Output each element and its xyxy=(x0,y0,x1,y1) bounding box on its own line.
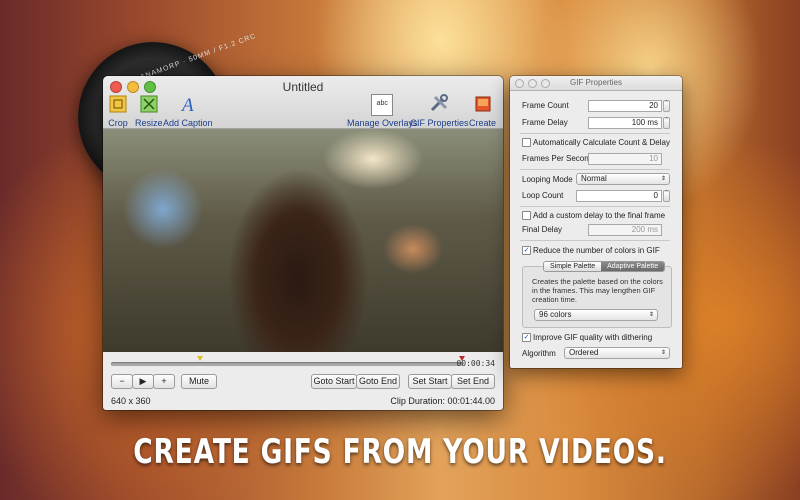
add-caption-label: Add Caption xyxy=(163,118,213,128)
video-dimensions: 640 x 360 xyxy=(111,396,151,406)
resize-icon xyxy=(140,95,158,113)
auto-calculate-checkbox[interactable] xyxy=(522,138,531,147)
overlays-icon: abc xyxy=(371,94,394,116)
colors-select[interactable]: 96 colors ⇕ xyxy=(534,309,658,321)
panel-window-controls xyxy=(515,79,550,88)
promo-tagline: CREATE GIFS FROM YOUR VIDEOS. xyxy=(133,432,667,472)
timecode: 00:00:34 xyxy=(456,359,495,368)
tab-adaptive-palette[interactable]: Adaptive Palette xyxy=(601,262,665,271)
looping-mode-value: Normal xyxy=(581,174,607,183)
svg-text:A: A xyxy=(180,95,194,114)
manage-overlays-button[interactable]: abc Manage Overlays xyxy=(347,94,418,128)
crop-label: Crop xyxy=(108,118,128,128)
manage-overlays-label: Manage Overlays xyxy=(347,118,418,128)
crop-button[interactable]: Crop xyxy=(108,94,128,128)
reduce-colors-label: Reduce the number of colors in GIF xyxy=(533,246,660,255)
custom-delay-label: Add a custom delay to the final frame xyxy=(533,211,666,220)
chevron-updown-icon: ⇕ xyxy=(648,312,654,318)
separator xyxy=(520,240,670,241)
video-preview[interactable] xyxy=(103,129,503,352)
algorithm-select[interactable]: Ordered ⇕ xyxy=(564,347,670,359)
set-start-button[interactable]: Set Start xyxy=(408,374,452,389)
gif-properties-label: GIF Properties xyxy=(410,118,469,128)
algorithm-label: Algorithm xyxy=(522,349,556,358)
goto-start-button[interactable]: Goto Start xyxy=(311,374,357,389)
main-window: Untitled Crop Resize A Add Caption abc M… xyxy=(103,76,503,410)
separator xyxy=(520,206,670,207)
separator xyxy=(520,133,670,134)
resize-label: Resize xyxy=(135,118,163,128)
frame-delay-input[interactable]: 100 ms xyxy=(588,117,662,129)
status-bar: 640 x 360 Clip Duration: 00:01:44.00 xyxy=(103,392,503,410)
fps-label: Frames Per Second xyxy=(522,154,594,163)
gif-properties-button[interactable]: GIF Properties xyxy=(410,94,469,128)
frame-delay-label: Frame Delay xyxy=(522,118,568,127)
crop-icon xyxy=(109,95,127,113)
chevron-updown-icon: ⇕ xyxy=(660,176,666,182)
loop-count-input[interactable]: 0 xyxy=(576,190,662,202)
gif-properties-panel: GIF Properties Frame Count 20 ⌃ Frame De… xyxy=(510,76,682,368)
algorithm-value: Ordered xyxy=(569,348,599,357)
tools-icon xyxy=(431,94,449,112)
start-marker-handle[interactable] xyxy=(197,356,203,361)
play-button[interactable]: ▶ xyxy=(132,374,154,389)
loop-count-stepper[interactable]: ⌃ xyxy=(663,190,670,202)
tab-simple-palette[interactable]: Simple Palette xyxy=(544,262,602,271)
dithering-label: Improve GIF quality with dithering xyxy=(533,333,653,342)
frame-count-stepper[interactable]: ⌃ xyxy=(663,100,670,112)
create-gif-icon xyxy=(475,96,490,112)
frame-delay-stepper[interactable]: ⌃ xyxy=(663,117,670,129)
chevron-updown-icon: ⇕ xyxy=(660,350,666,356)
panel-close-button[interactable] xyxy=(515,79,524,88)
window-title: Untitled xyxy=(282,80,324,94)
final-delay-input[interactable]: 200 ms xyxy=(588,224,662,236)
loop-count-label: Loop Count xyxy=(522,191,564,200)
title-bar: Untitled Crop Resize A Add Caption abc M… xyxy=(103,76,503,138)
reduce-colors-checkbox[interactable]: ✓ xyxy=(522,246,531,255)
step-forward-button[interactable]: + xyxy=(153,374,175,389)
separator xyxy=(520,169,670,170)
set-end-button[interactable]: Set End xyxy=(451,374,495,389)
goto-end-button[interactable]: Goto End xyxy=(356,374,400,389)
auto-calculate-label: Automatically Calculate Count & Delay xyxy=(533,138,670,147)
timeline[interactable]: 00:00:34 xyxy=(111,356,495,372)
caption-icon: A xyxy=(180,95,194,116)
playback-controls: − ▶ + Mute Goto Start Goto End Set Start… xyxy=(111,374,495,389)
palette-tabs: Simple Palette Adaptive Palette xyxy=(543,261,666,272)
frame-count-input[interactable]: 20 xyxy=(588,100,662,112)
clip-duration: Clip Duration: 00:01:44.00 xyxy=(390,396,495,406)
looping-mode-select[interactable]: Normal ⇕ xyxy=(576,173,670,185)
panel-minimize-button[interactable] xyxy=(528,79,537,88)
mute-button[interactable]: Mute xyxy=(181,374,217,389)
custom-delay-checkbox[interactable] xyxy=(522,211,531,220)
final-delay-label: Final Delay xyxy=(522,225,563,234)
colors-value: 96 colors xyxy=(539,310,572,319)
panel-zoom-button[interactable] xyxy=(541,79,550,88)
fps-input[interactable]: 10 xyxy=(588,153,662,165)
timeline-track[interactable] xyxy=(111,362,463,366)
dithering-checkbox[interactable]: ✓ xyxy=(522,333,531,342)
add-caption-button[interactable]: A Add Caption xyxy=(163,94,213,128)
frame-count-label: Frame Count xyxy=(522,101,569,110)
step-back-button[interactable]: − xyxy=(111,374,133,389)
palette-description: Creates the palette based on the colors … xyxy=(532,277,663,304)
looping-mode-label: Looping Mode xyxy=(522,175,573,184)
resize-button[interactable]: Resize xyxy=(135,94,163,128)
